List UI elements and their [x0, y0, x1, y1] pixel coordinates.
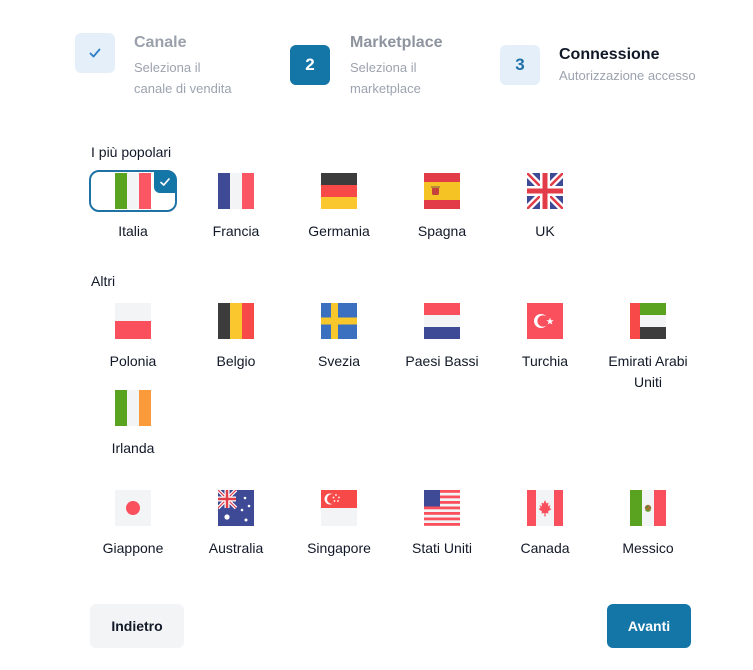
flag-canada-icon	[527, 490, 563, 526]
country-name: Spagna	[417, 223, 467, 239]
country-name: Paesi Bassi	[405, 353, 479, 369]
country-australia[interactable]: Australia	[194, 489, 278, 559]
step-marketplace[interactable]: 2 Marketplace Seleziona il marketplace	[290, 33, 443, 99]
flag-tile	[194, 302, 278, 340]
step-title: Marketplace	[350, 34, 443, 51]
country-name: Germania	[308, 223, 370, 239]
country-singapore[interactable]: Singapore	[297, 489, 381, 559]
country-italia[interactable]: Italia	[89, 170, 177, 242]
country-name: Emirati Arabi Uniti	[608, 353, 688, 390]
flag-tile	[297, 302, 381, 340]
flag-tile	[194, 172, 278, 210]
flag-sweden-icon	[321, 303, 357, 339]
country-spagna[interactable]: Spagna	[400, 172, 484, 242]
step-description: Seleziona il marketplace	[350, 57, 443, 99]
step-done-box	[75, 33, 115, 73]
flag-tile	[503, 302, 587, 340]
country-name: Canada	[520, 540, 570, 556]
step-number-box: 3	[500, 45, 540, 85]
step-description: Seleziona il canale di vendita	[134, 57, 232, 99]
checkmark-icon	[89, 48, 101, 58]
step-connessione[interactable]: 3 Connessione Autorizzazione accesso	[500, 45, 696, 86]
step-description: Autorizzazione accesso	[559, 65, 696, 86]
flag-uae-icon	[630, 303, 666, 339]
flag-tile	[606, 302, 690, 340]
step-desc-line: canale di vendita	[134, 81, 232, 96]
section-label-popular: I più popolari	[91, 144, 172, 160]
country-name: Svezia	[317, 353, 361, 369]
country-irlanda[interactable]: Irlanda	[91, 389, 175, 459]
country-name: Polonia	[109, 353, 157, 369]
country-name: Francia	[212, 223, 260, 239]
country-emirati-arabi-uniti[interactable]: Emirati Arabi Uniti	[606, 302, 690, 393]
flag-tile	[503, 172, 587, 210]
step-canale[interactable]: Canale Seleziona il canale di vendita	[75, 33, 232, 99]
flag-tile	[297, 489, 381, 527]
country-name: Giappone	[102, 540, 164, 556]
step-desc-line: Seleziona il	[134, 60, 201, 75]
flag-tile	[606, 489, 690, 527]
flag-tile	[400, 489, 484, 527]
flag-france-icon	[218, 173, 254, 209]
flag-belgium-icon	[218, 303, 254, 339]
country-name: UK	[535, 223, 555, 239]
flag-italy-icon	[115, 173, 151, 209]
country-name: Italia	[118, 223, 148, 239]
flag-spain-icon	[424, 173, 460, 209]
country-name: Turchia	[521, 353, 569, 369]
back-button[interactable]: Indietro	[90, 604, 184, 648]
flag-tile	[91, 302, 175, 340]
country-name: Australia	[208, 540, 264, 556]
country-name: Irlanda	[111, 440, 155, 456]
country-stati-uniti[interactable]: Stati Uniti	[400, 489, 484, 559]
country-uk[interactable]: UK	[503, 172, 587, 242]
country-svezia[interactable]: Svezia	[297, 302, 381, 372]
flag-japan-icon	[115, 490, 151, 526]
step-number-box: 2	[290, 45, 330, 85]
country-canada[interactable]: Canada	[503, 489, 587, 559]
section-label-others: Altri	[91, 273, 116, 289]
flag-germany-icon	[321, 173, 357, 209]
step-desc-line: Autorizzazione accesso	[559, 68, 696, 83]
flag-netherlands-icon	[424, 303, 460, 339]
flag-mexico-icon	[630, 490, 666, 526]
country-paesi-bassi[interactable]: Paesi Bassi	[400, 302, 484, 372]
step-title: Canale	[134, 34, 187, 51]
selected-check-badge	[154, 171, 176, 193]
flag-tile	[503, 489, 587, 527]
country-messico[interactable]: Messico	[606, 489, 690, 559]
next-button[interactable]: Avanti	[607, 604, 691, 648]
country-polonia[interactable]: Polonia	[91, 302, 175, 372]
step-desc-line: Seleziona il	[350, 60, 417, 75]
country-belgio[interactable]: Belgio	[194, 302, 278, 372]
flag-tile	[91, 389, 175, 427]
country-name: Singapore	[307, 540, 371, 556]
flag-tile	[297, 172, 381, 210]
country-name: Stati Uniti	[412, 540, 472, 556]
flag-tile	[91, 489, 175, 527]
flag-uk-icon	[527, 173, 563, 209]
flag-turkey-icon	[527, 303, 563, 339]
country-giappone[interactable]: Giappone	[91, 489, 175, 559]
country-francia[interactable]: Francia	[194, 172, 278, 242]
flag-tile	[400, 172, 484, 210]
flag-singapore-icon	[321, 490, 357, 526]
country-name: Messico	[622, 540, 674, 556]
country-name: Belgio	[216, 353, 256, 369]
checkmark-icon	[160, 178, 170, 186]
flag-tile	[194, 489, 278, 527]
country-turchia[interactable]: Turchia	[503, 302, 587, 372]
flag-ireland-icon	[115, 390, 151, 426]
flag-poland-icon	[115, 303, 151, 339]
flag-usa-icon	[424, 490, 460, 526]
step-desc-line: marketplace	[350, 81, 421, 96]
country-germania[interactable]: Germania	[297, 172, 381, 242]
step-title: Connessione	[559, 46, 660, 63]
flag-tile	[400, 302, 484, 340]
flag-australia-icon	[218, 490, 254, 526]
flag-tile	[89, 170, 177, 212]
